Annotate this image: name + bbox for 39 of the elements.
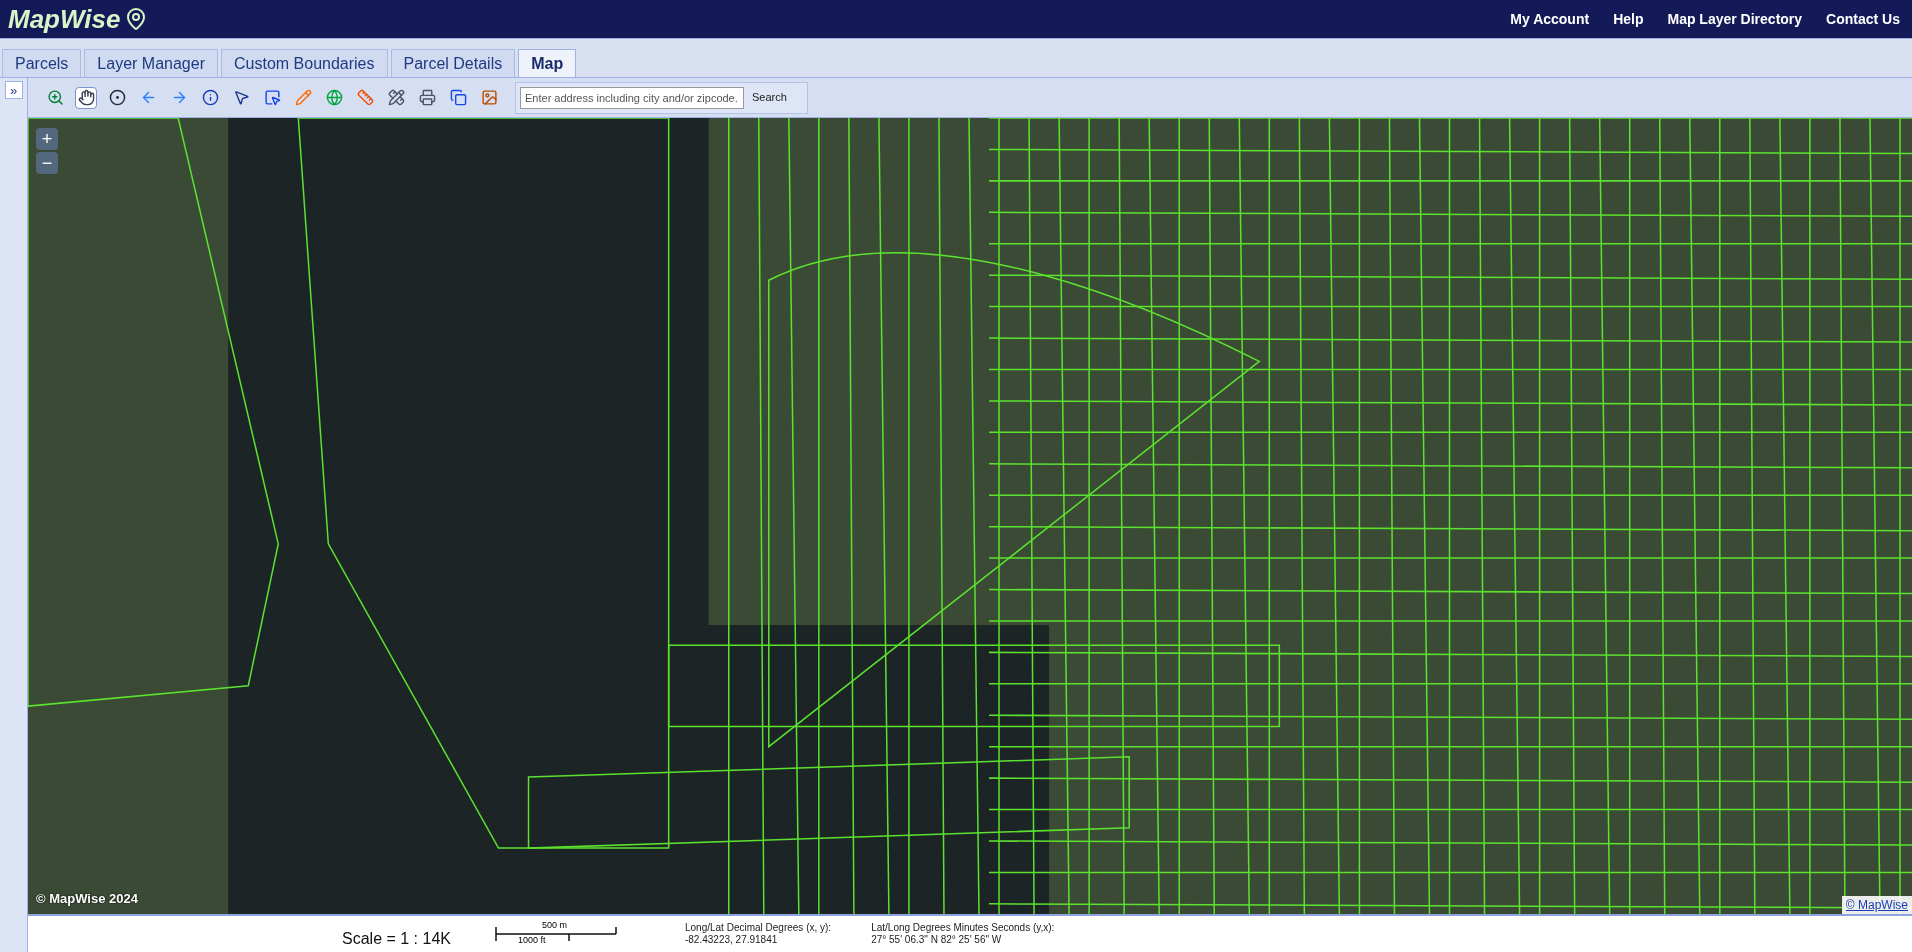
target-icon bbox=[108, 89, 126, 106]
layers-icon bbox=[449, 89, 467, 106]
measure-icon bbox=[387, 89, 405, 106]
globe-icon bbox=[325, 89, 343, 106]
aerial-map-photo-placeholder[interactable]: + − © MapWise 2024 © MapWise bbox=[28, 118, 1912, 916]
scale-feet-label: 1000 ft bbox=[517, 934, 546, 947]
scale-text: Scale = 1 : 14K bbox=[342, 929, 451, 949]
zoom-in-icon bbox=[46, 89, 64, 106]
tab[interactable]: Parcel Details bbox=[390, 49, 516, 77]
zoom-out-button[interactable]: − bbox=[36, 152, 58, 174]
coordinate-value: -82.43223, 27.91841 bbox=[684, 934, 779, 946]
tab[interactable]: Custom Boundaries bbox=[221, 49, 388, 77]
nav-link[interactable]: Contact Us bbox=[1826, 8, 1900, 30]
search-button[interactable]: Search bbox=[752, 89, 787, 106]
ruler-icon bbox=[356, 89, 374, 106]
expand-panel-button[interactable]: » bbox=[4, 81, 23, 99]
copyright-text: © MapWise 2024 bbox=[36, 889, 138, 908]
address-search-field[interactable]: Enter address including city and/or zipcode. bbox=[520, 86, 744, 109]
print-icon bbox=[418, 89, 436, 106]
nav-link[interactable]: Map Layer Directory bbox=[1667, 8, 1803, 30]
info-icon bbox=[201, 89, 219, 106]
nav-link[interactable]: Help bbox=[1613, 8, 1644, 30]
hand-icon bbox=[77, 89, 95, 106]
coordinate-label: Long/Lat Decimal Degrees (x, y): bbox=[684, 922, 832, 934]
select-area-icon bbox=[263, 89, 281, 106]
tab[interactable]: Map bbox=[518, 49, 577, 77]
scale-meters-label: 500 m bbox=[541, 919, 567, 932]
copyright-link[interactable]: © MapWise bbox=[1841, 896, 1912, 914]
coordinate-value: 27° 55' 06.3" N 82° 25' 56" W bbox=[871, 934, 1003, 946]
tab[interactable]: Parcels bbox=[2, 49, 82, 77]
toolbar-button[interactable] bbox=[75, 86, 97, 109]
pencil-icon bbox=[294, 89, 312, 106]
logo-text[interactable]: MapWise bbox=[8, 6, 121, 32]
nav-link[interactable]: My Account bbox=[1510, 8, 1590, 30]
tab[interactable]: Layer Manager bbox=[84, 49, 218, 77]
coordinate-label: Lat/Long Degrees Minutes Seconds (y,x): bbox=[871, 922, 1055, 934]
image-icon bbox=[480, 89, 498, 106]
pointer-icon bbox=[232, 89, 250, 106]
zoom-in-button[interactable]: + bbox=[36, 128, 58, 150]
